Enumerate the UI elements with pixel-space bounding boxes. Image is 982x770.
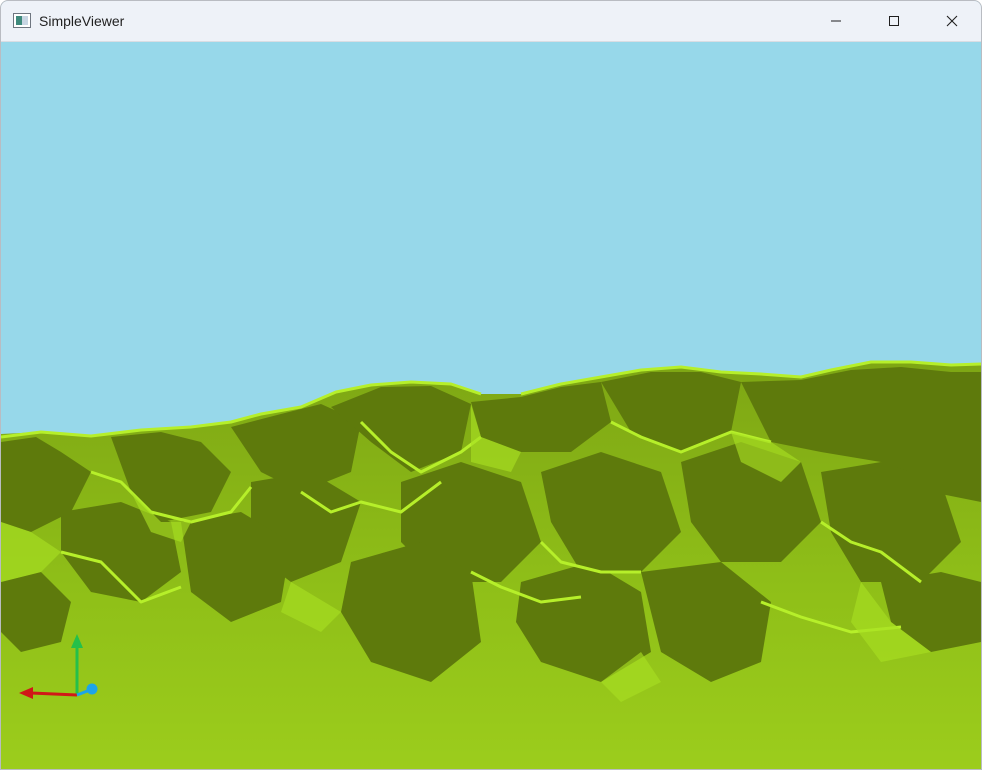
minimize-button[interactable] — [807, 1, 865, 41]
axis-z-dot-icon — [86, 683, 98, 695]
window-app-icon — [13, 13, 31, 28]
minimize-icon — [831, 20, 841, 22]
axis-x-line — [30, 691, 78, 697]
terrain-scene — [1, 42, 981, 769]
3d-viewport[interactable] — [1, 42, 981, 769]
window-title: SimpleViewer — [39, 13, 125, 29]
title-bar[interactable]: SimpleViewer — [1, 1, 981, 42]
maximize-button[interactable] — [865, 1, 923, 41]
app-window: SimpleViewer — [0, 0, 982, 770]
close-button[interactable] — [923, 1, 981, 41]
close-icon — [946, 15, 958, 27]
maximize-icon — [889, 16, 899, 26]
